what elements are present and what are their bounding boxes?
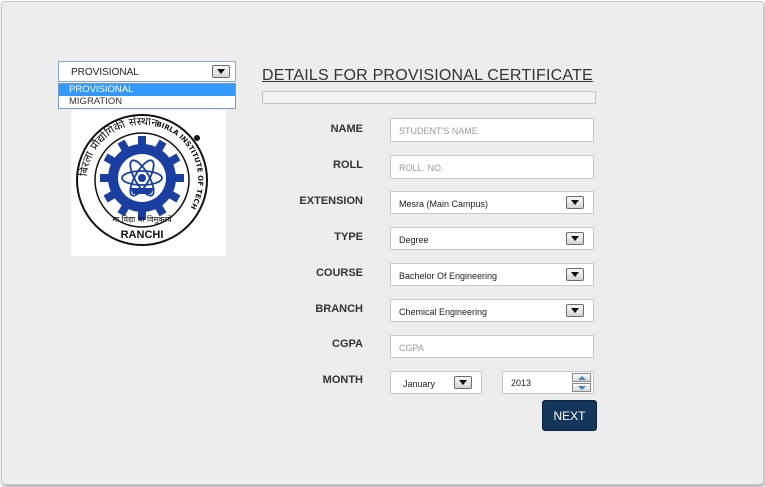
logo-motto: मा विद्या या विमुक्तये bbox=[112, 214, 172, 225]
cgpa-placeholder: CGPA bbox=[399, 343, 424, 353]
month-label: MONTH bbox=[322, 374, 363, 386]
certificate-type-value: PROVISIONAL bbox=[71, 67, 139, 78]
type-select[interactable]: Degree bbox=[390, 227, 594, 250]
spinner-down-icon[interactable] bbox=[572, 383, 591, 392]
type-label: TYPE bbox=[334, 231, 363, 243]
option-migration[interactable]: MIGRATION bbox=[59, 96, 235, 108]
branch-value: Chemical Engineering bbox=[399, 307, 488, 317]
cgpa-input[interactable]: CGPA bbox=[390, 335, 594, 358]
certificate-type-options: PROVISIONAL MIGRATION bbox=[58, 83, 236, 109]
name-input[interactable]: STUDENT'S NAME bbox=[390, 118, 594, 142]
year-value: 2013 bbox=[511, 378, 532, 388]
month-value: January bbox=[403, 379, 436, 389]
chevron-down-icon[interactable] bbox=[212, 65, 230, 78]
chevron-down-icon[interactable] bbox=[566, 304, 584, 317]
bit-seal-icon: बिरला प्रौद्योगिकी संस्थान BIRLA INSTITU… bbox=[67, 104, 208, 246]
course-value: Bachelor Of Engineering bbox=[399, 271, 498, 281]
month-select[interactable]: January bbox=[390, 371, 482, 394]
cgpa-label: CGPA bbox=[332, 338, 363, 350]
next-button[interactable]: NEXT bbox=[542, 400, 597, 431]
title-underline-bar bbox=[262, 91, 596, 104]
logo-place: RANCHI bbox=[121, 229, 164, 241]
roll-label: ROLL bbox=[333, 159, 363, 171]
course-select[interactable]: Bachelor Of Engineering bbox=[390, 263, 594, 286]
extension-select[interactable]: Mesra (Main Campus) bbox=[390, 191, 594, 214]
option-provisional[interactable]: PROVISIONAL bbox=[59, 84, 235, 96]
chevron-down-icon[interactable] bbox=[566, 232, 584, 245]
name-label: NAME bbox=[330, 123, 363, 135]
chevron-down-icon[interactable] bbox=[454, 376, 472, 389]
type-value: Degree bbox=[399, 235, 429, 245]
certificate-type-select[interactable]: PROVISIONAL bbox=[58, 61, 236, 82]
year-spinner[interactable]: 2013 bbox=[502, 371, 594, 394]
extension-label: EXTENSION bbox=[299, 195, 363, 207]
extension-value: Mesra (Main Campus) bbox=[399, 199, 489, 209]
name-placeholder: STUDENT'S NAME bbox=[399, 126, 478, 136]
chevron-down-icon[interactable] bbox=[566, 268, 584, 281]
branch-label: BRANCH bbox=[315, 303, 363, 315]
chevron-down-icon[interactable] bbox=[566, 196, 584, 209]
roll-placeholder: ROLL. NO. bbox=[399, 163, 444, 173]
spinner-up-icon[interactable] bbox=[572, 373, 591, 382]
branch-select[interactable]: Chemical Engineering bbox=[390, 299, 594, 322]
roll-input[interactable]: ROLL. NO. bbox=[390, 155, 594, 179]
course-label: COURSE bbox=[315, 267, 363, 279]
up-down-arrows-icon[interactable] bbox=[572, 373, 591, 392]
institute-logo: बिरला प्रौद्योगिकी संस्थान BIRLA INSTITU… bbox=[67, 104, 226, 256]
page-title: DETAILS FOR PROVISIONAL CERTIFICATE bbox=[262, 67, 593, 84]
